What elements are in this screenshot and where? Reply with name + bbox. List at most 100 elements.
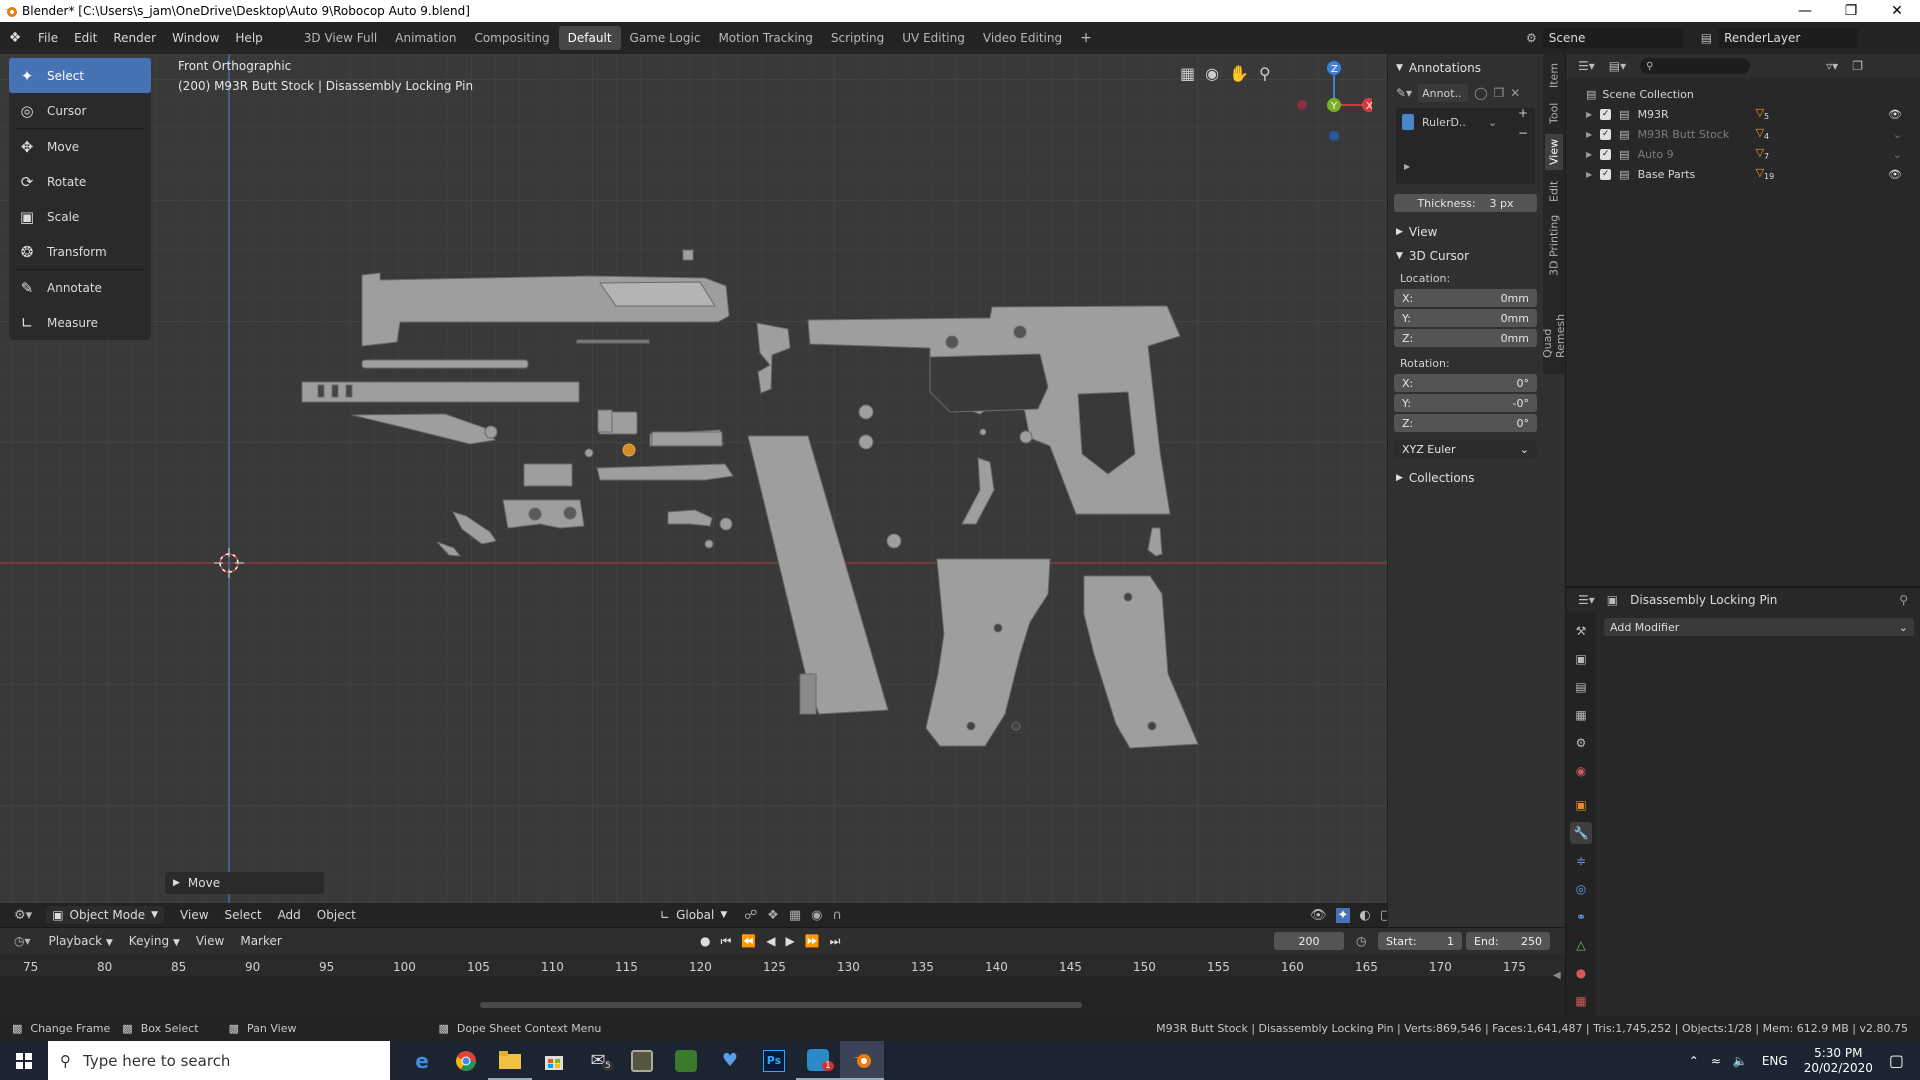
menu-edit[interactable]: Edit: [66, 31, 105, 45]
restore-button[interactable]: ❐: [1828, 0, 1874, 22]
record-button[interactable]: ●: [700, 934, 710, 949]
minimize-button[interactable]: —: [1782, 0, 1828, 22]
duplicate-icon[interactable]: ❐: [1494, 86, 1505, 100]
annotation-data-icon[interactable]: ✎▾: [1396, 86, 1412, 100]
jump-start-button[interactable]: ⏮: [720, 934, 731, 949]
tool-transform[interactable]: ❂ Transform: [9, 234, 151, 269]
header-menu-object[interactable]: Object: [309, 908, 364, 922]
timeline-menu-view[interactable]: View: [188, 934, 232, 948]
eye-closed-icon[interactable]: ⌄: [1893, 128, 1902, 141]
rotation-mode-dropdown[interactable]: XYZ Euler ⌄: [1394, 440, 1537, 458]
app-icon-2[interactable]: [664, 1041, 708, 1080]
wifi-icon[interactable]: ≈: [1711, 1054, 1721, 1068]
object-props-icon[interactable]: ▣: [1570, 794, 1592, 816]
new-collection-icon[interactable]: ❐: [1852, 59, 1863, 73]
add-workspace-icon[interactable]: +: [1071, 25, 1101, 51]
clock-icon[interactable]: ◷: [1356, 934, 1366, 948]
checkbox-icon[interactable]: ✓: [1600, 168, 1612, 180]
remove-layer-icon[interactable]: −: [1518, 126, 1528, 140]
filter-icon[interactable]: ▿▾: [1826, 59, 1838, 73]
start-frame-field[interactable]: Start: 1: [1378, 932, 1462, 950]
modifier-props-icon[interactable]: 🔧: [1570, 822, 1592, 844]
annotation-layer-name[interactable]: RulerD..: [1422, 116, 1466, 129]
tool-props-icon[interactable]: ⚒: [1570, 620, 1592, 642]
recoil-rod-mesh[interactable]: [361, 359, 529, 369]
checkbox-icon[interactable]: ✓: [1600, 128, 1612, 140]
notifications-icon[interactable]: ▢: [1889, 1051, 1904, 1070]
timeline-menu-marker[interactable]: Marker: [232, 934, 289, 948]
app-icon-1[interactable]: [620, 1041, 664, 1080]
edge-icon[interactable]: e: [400, 1041, 444, 1080]
blender-taskbar-icon[interactable]: [840, 1041, 884, 1080]
orientation-dropdown[interactable]: ∟ Global ▼: [660, 908, 727, 922]
play-reverse-button[interactable]: ◀: [766, 934, 775, 949]
end-frame-field[interactable]: End: 250: [1466, 932, 1550, 950]
cursor-rot-x[interactable]: X: 0°: [1394, 374, 1537, 392]
checkbox-icon[interactable]: ✓: [1600, 108, 1612, 120]
add-layer-icon[interactable]: +: [1518, 106, 1528, 120]
render-layer-field[interactable]: RenderLayer: [1718, 28, 1859, 48]
cursor-loc-x[interactable]: X: 0mm: [1394, 289, 1537, 307]
object-data-props-icon[interactable]: △: [1570, 934, 1592, 956]
tab-view[interactable]: View: [1545, 134, 1563, 170]
current-frame-field[interactable]: 200: [1274, 932, 1344, 950]
rail-strip-mesh[interactable]: [576, 339, 650, 344]
close-button[interactable]: ✕: [1874, 0, 1920, 22]
timeline-menu-keying[interactable]: Keying ▼: [121, 934, 188, 948]
proportional-edit-icon[interactable]: ◉: [811, 908, 822, 923]
tab-uv-editing[interactable]: UV Editing: [893, 26, 974, 50]
mail-icon[interactable]: ✉ 5: [576, 1041, 620, 1080]
windows-start-button[interactable]: [0, 1041, 48, 1080]
tab-3d-printing[interactable]: 3D Printing: [1545, 212, 1563, 278]
tab-game-logic[interactable]: Game Logic: [621, 26, 710, 50]
mode-dropdown[interactable]: ▣ Object Mode ▼: [46, 906, 165, 924]
tool-measure[interactable]: ∟ Measure: [9, 305, 151, 340]
annotation-name-field[interactable]: Annot..: [1418, 84, 1469, 102]
camera-view-icon[interactable]: ◉: [1205, 64, 1219, 83]
outliner-item[interactable]: ▶ ✓ ▤ Auto 9 ▽7 ⌄: [1586, 144, 1920, 164]
app-icon-3[interactable]: ♥: [708, 1041, 752, 1080]
navigation-gizmo[interactable]: Z X Y: [1292, 58, 1372, 148]
cursor-rot-y[interactable]: Y: -0°: [1394, 394, 1537, 412]
tool-rotate[interactable]: ⟳ Rotate: [9, 164, 151, 199]
cursor-loc-y[interactable]: Y: 0mm: [1394, 309, 1537, 327]
play-button[interactable]: ▶: [785, 934, 794, 949]
tab-scripting[interactable]: Scripting: [822, 26, 893, 50]
pan-hand-icon[interactable]: ✋: [1229, 64, 1249, 83]
eye-closed-icon[interactable]: ⌄: [1893, 148, 1902, 161]
texture-props-icon[interactable]: ▦: [1570, 990, 1592, 1012]
outliner-search-input[interactable]: ⚲: [1640, 58, 1751, 74]
grid-toggle-icon[interactable]: ▦: [1180, 64, 1195, 83]
timeline-scrollbar[interactable]: [480, 1002, 1082, 1008]
view-layer-props-icon[interactable]: ▦: [1570, 704, 1592, 726]
visibility-icon[interactable]: 👁: [1310, 908, 1327, 923]
timeline-expand-arrow-icon[interactable]: ◀: [1553, 970, 1561, 981]
tab-compositing[interactable]: Compositing: [465, 26, 558, 50]
fake-user-icon[interactable]: ◯: [1474, 86, 1487, 100]
prev-keyframe-button[interactable]: ⏪: [741, 934, 756, 949]
expand-arrow-icon[interactable]: ▶: [1586, 170, 1592, 179]
overlay-icon[interactable]: ◐: [1359, 908, 1370, 923]
physics-props-icon[interactable]: ◎: [1570, 878, 1592, 900]
tab-item[interactable]: Item: [1545, 58, 1563, 92]
constraints-props-icon[interactable]: ⚭: [1570, 906, 1592, 928]
tab-tool[interactable]: Tool: [1545, 96, 1563, 130]
3d-viewport[interactable]: ✦ Select ◎ Cursor ✥ Move ⟳ Rotate ▣ Scale ❂ Tr…: [0, 54, 1387, 927]
scene-props-icon[interactable]: ⚙: [1570, 732, 1592, 754]
header-menu-add[interactable]: Add: [270, 908, 309, 922]
language-indicator[interactable]: ENG: [1762, 1054, 1788, 1068]
eye-icon[interactable]: 👁: [1888, 168, 1902, 181]
tool-select[interactable]: ✦ Select: [9, 58, 151, 93]
scene-field[interactable]: Scene: [1542, 28, 1683, 48]
next-keyframe-button[interactable]: ⏩: [805, 934, 820, 949]
tab-animation[interactable]: Animation: [386, 26, 465, 50]
file-explorer-icon[interactable]: [488, 1041, 532, 1080]
snap-icon[interactable]: ❖: [767, 908, 779, 923]
tab-default[interactable]: Default: [558, 26, 621, 50]
store-icon[interactable]: [532, 1041, 576, 1080]
header-menu-view[interactable]: View: [172, 908, 216, 922]
jump-end-button[interactable]: ⏭: [830, 934, 841, 949]
taskbar-search-box[interactable]: ⚲ Type here to search: [48, 1041, 390, 1080]
tool-scale[interactable]: ▣ Scale: [9, 199, 151, 234]
tab-motion-tracking[interactable]: Motion Tracking: [709, 26, 821, 50]
